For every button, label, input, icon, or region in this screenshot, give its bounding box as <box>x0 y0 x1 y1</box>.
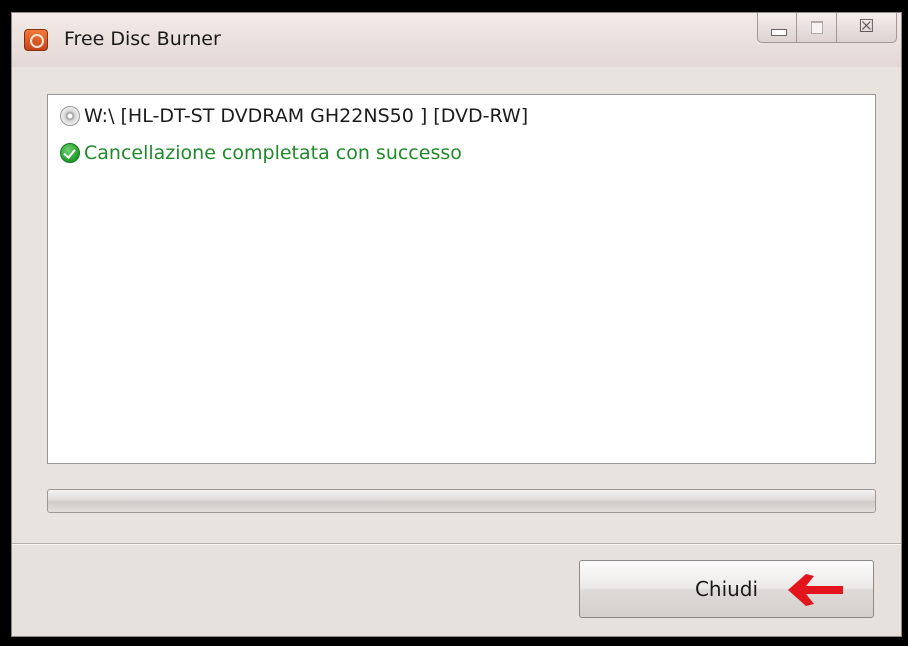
dialog-window: Free Disc Burner ☒ W:\ [HL-DT-ST DVDRAM … <box>11 12 902 637</box>
caption-buttons: ☒ <box>757 13 897 47</box>
log-line-drive: W:\ [HL-DT-ST DVDRAM GH22NS50 ] [DVD-RW] <box>60 103 528 129</box>
close-window-button[interactable]: ☒ <box>837 13 897 43</box>
minimize-button[interactable] <box>757 13 797 43</box>
app-icon[interactable] <box>24 29 48 51</box>
log-panel[interactable]: W:\ [HL-DT-ST DVDRAM GH22NS50 ] [DVD-RW]… <box>47 94 876 464</box>
drive-info-text: W:\ [HL-DT-ST DVDRAM GH22NS50 ] [DVD-RW] <box>84 105 529 127</box>
check-icon <box>60 143 80 163</box>
progress-bar <box>47 489 876 513</box>
disc-icon <box>60 106 80 126</box>
log-line-status: Cancellazione completata con successo <box>60 140 462 166</box>
status-message: Cancellazione completata con successo <box>84 142 462 164</box>
window-title: Free Disc Burner <box>64 28 221 50</box>
maximize-button[interactable] <box>797 13 837 43</box>
red-arrow-icon <box>788 574 843 606</box>
close-icon: ☒ <box>858 16 875 37</box>
title-bar[interactable]: Free Disc Burner ☒ <box>12 13 901 67</box>
